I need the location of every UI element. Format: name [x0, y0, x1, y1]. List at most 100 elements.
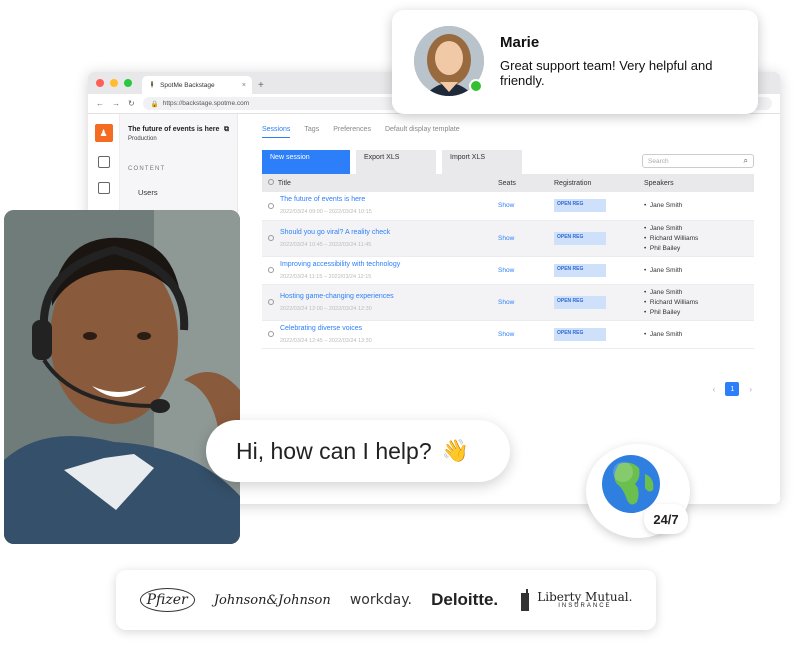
cell-speakers: • Jane Smith — [638, 192, 754, 221]
cell-registration: OPEN REG — [548, 284, 638, 321]
speaker-name: • Richard Williams — [644, 298, 699, 306]
browser-tab[interactable]: 🕴 SpotMe Backstage × — [142, 76, 252, 94]
cell-registration: OPEN REG — [548, 192, 638, 221]
show-seats-link[interactable]: Show — [498, 202, 514, 209]
table-body: The future of events is here 2022/03/24 0… — [262, 192, 754, 349]
forward-icon[interactable]: → — [112, 99, 120, 108]
cell-registration: OPEN REG — [548, 320, 638, 349]
session-title-link[interactable]: Celebrating diverse voices — [280, 325, 372, 332]
layers-icon[interactable] — [97, 182, 110, 194]
next-page-icon[interactable]: › — [749, 385, 752, 394]
show-seats-link[interactable]: Show — [498, 267, 514, 274]
new-session-button[interactable]: New session — [262, 150, 350, 174]
workday-logo: workday. — [349, 592, 412, 608]
row-checkbox[interactable] — [268, 299, 274, 305]
liberty-mutual-name: Liberty Mutual. — [537, 589, 633, 604]
online-status-dot — [469, 79, 483, 93]
pfizer-logo: Pfizer — [139, 588, 195, 612]
cell-seats: Show — [492, 320, 548, 349]
export-xls-button[interactable]: Export XLS — [356, 150, 436, 174]
show-seats-link[interactable]: Show — [498, 235, 514, 242]
client-logos: Pfizer Johnson&Johnson workday. Deloitte… — [116, 570, 656, 630]
johnson-johnson-logo: Johnson&Johnson — [213, 592, 331, 608]
speaker-name: • Richard Williams — [644, 234, 699, 242]
show-seats-link[interactable]: Show — [498, 331, 514, 338]
speaker-name: • Jane Smith — [644, 330, 683, 338]
row-checkbox[interactable] — [268, 331, 274, 337]
close-window-button[interactable] — [96, 79, 104, 87]
support-agent-photo — [4, 210, 240, 544]
tab-preferences[interactable]: Preferences — [333, 126, 371, 148]
row-checkbox[interactable] — [268, 235, 274, 241]
session-date: 2022/03/24 12:45 – 2022/03/24 13:30 — [280, 337, 372, 344]
sidebar-item-users[interactable]: Users — [128, 188, 229, 197]
help-chat-bubble: Hi, how can I help? 👋 — [206, 420, 510, 482]
reviewer-name: Marie — [500, 34, 540, 51]
availability-badge: 24/7 — [644, 504, 688, 534]
select-all-checkbox[interactable] — [268, 179, 274, 185]
grid-icon[interactable] — [97, 156, 110, 168]
table-row[interactable]: Improving accessibility with technology 2… — [262, 256, 754, 285]
tab-close-icon[interactable]: × — [242, 82, 246, 89]
session-date: 2022/03/24 09:00 – 2022/03/24 10:15 — [280, 209, 372, 216]
speaker-name: • Jane Smith — [644, 266, 683, 274]
search-icon: ⌕ — [743, 156, 748, 165]
cell-speakers: • Jane Smith — [638, 256, 754, 285]
status-badge: OPEN REG — [554, 231, 606, 245]
back-icon[interactable]: ← — [96, 99, 104, 108]
show-seats-link[interactable]: Show — [498, 299, 514, 306]
row-checkbox[interactable] — [268, 202, 274, 209]
cell-title: Should you go viral? A reality check 2022… — [262, 220, 492, 257]
stage: 🕴 SpotMe Backstage × + ← → ↻ 🔒 https://b… — [0, 0, 800, 650]
import-xls-button[interactable]: Import XLS — [442, 150, 522, 174]
search-input[interactable]: Search ⌕ — [642, 154, 754, 168]
status-badge: OPEN REG — [554, 295, 606, 309]
row-checkbox[interactable] — [268, 267, 274, 273]
cell-seats: Show — [492, 256, 548, 285]
table-row[interactable]: Celebrating diverse voices 2022/03/24 12:… — [262, 320, 754, 349]
speaker-name: • Phil Bailey — [644, 244, 681, 252]
tab-sessions[interactable]: Sessions — [262, 126, 291, 138]
tab-tags[interactable]: Tags — [304, 126, 319, 148]
external-link-icon[interactable]: ⧉ — [224, 126, 229, 134]
minimize-window-button[interactable] — [110, 79, 118, 87]
col-seats: Seats — [492, 174, 548, 192]
status-badge: OPEN REG — [554, 263, 606, 277]
spotme-logo-icon[interactable]: ♟ — [94, 124, 113, 142]
session-date: 2022/03/24 10:45 – 2022/03/24 11:45 — [280, 241, 372, 248]
table-row[interactable]: Should you go viral? A reality check 2022… — [262, 220, 754, 257]
tab-bar: Sessions Tags Preferences Default displa… — [262, 114, 754, 148]
sessions-table: Title Seats Registration Speakers The fu… — [262, 174, 754, 349]
session-title-link[interactable]: Hosting game-changing experiences — [280, 293, 394, 300]
new-tab-button[interactable]: + — [258, 80, 264, 91]
cell-title: Celebrating diverse voices 2022/03/24 12:… — [262, 320, 492, 349]
cell-seats: Show — [492, 220, 548, 257]
session-title-link[interactable]: Improving accessibility with technology — [280, 261, 400, 268]
tab-default-display-template[interactable]: Default display template — [385, 126, 460, 148]
header-title: Title — [277, 180, 291, 187]
speaker-label: Phil Bailey — [649, 244, 681, 252]
review-body: Marie Great support team! Very helpful a… — [500, 26, 730, 114]
cell-seats: Show — [492, 284, 548, 321]
table-header-row: Title Seats Registration Speakers — [262, 174, 754, 192]
col-title[interactable]: Title — [262, 174, 492, 192]
maximize-window-button[interactable] — [124, 79, 132, 87]
speaker-label: Richard Williams — [649, 298, 699, 306]
reload-icon[interactable]: ↻ — [128, 99, 135, 108]
deloitte-logo: Deloitte. — [431, 590, 499, 609]
toolbar: New session Export XLS Import XLS Search… — [262, 148, 754, 174]
event-title: The future of events is here ⧉ — [128, 126, 229, 134]
page-1-button[interactable]: 1 — [725, 382, 740, 396]
reviewer-avatar — [414, 26, 484, 96]
person-icon: 🕴 — [148, 82, 157, 89]
speaker-label: Jane Smith — [649, 288, 683, 296]
speaker-label: Phil Bailey — [649, 308, 681, 316]
prev-page-icon[interactable]: ‹ — [713, 385, 716, 394]
event-title-text: The future of events is here — [128, 126, 220, 133]
table-row[interactable]: Hosting game-changing experiences 2022/03… — [262, 284, 754, 321]
status-badge: OPEN REG — [554, 327, 606, 341]
liberty-mutual-logo: Liberty Mutual. INSURANCE — [517, 589, 632, 611]
table-row[interactable]: The future of events is here 2022/03/24 0… — [262, 192, 754, 221]
session-title-link[interactable]: The future of events is here — [280, 196, 372, 203]
session-title-link[interactable]: Should you go viral? A reality check — [280, 229, 390, 236]
